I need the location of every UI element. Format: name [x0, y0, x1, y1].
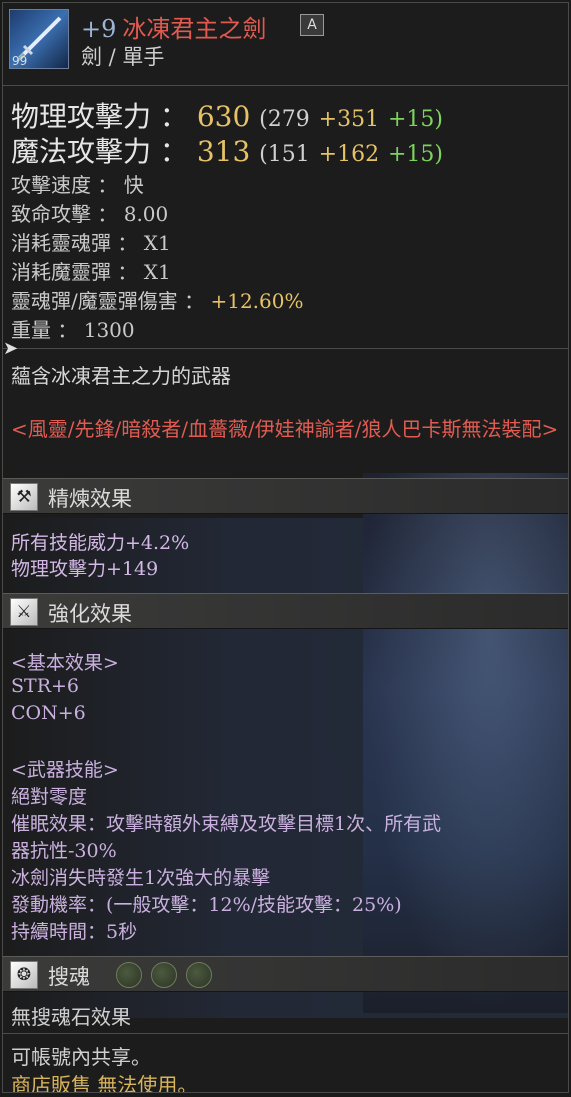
weapon-skill-line: 器抗性-30% [11, 840, 117, 862]
icon-level: 99 [12, 54, 28, 68]
divider [3, 348, 568, 349]
divider [3, 1033, 568, 1034]
weapon-skill-line: 催眠效果：攻擊時額外束縛及攻擊目標1次、所有武 [11, 813, 442, 835]
stat-refine: +162 [318, 142, 380, 167]
hammer-icon: ⚔ [10, 598, 38, 626]
section-title: 強化效果 [48, 602, 132, 626]
item-tooltip: 99 +9 冰凍君主之劍 A 劍 / 單手 物理攻擊力 ： 630 (279 +3… [2, 2, 569, 1093]
background-art [363, 473, 568, 1013]
flame-icon: ❂ [10, 961, 38, 989]
weapon-skill-line: 冰劍消失時發生1次強大的暴擊 [11, 867, 271, 889]
weapon-skill-header: <武器技能> [11, 759, 119, 781]
share-note: 可帳號內共享。 [11, 1045, 151, 1069]
stat-refine: +351 [318, 107, 380, 132]
stat-label: 物理攻擊力 ： [11, 100, 188, 133]
soul-slot[interactable] [151, 962, 177, 988]
physical-attack-stat: 物理攻擊力 ： 630 (279 +351 +15) [11, 95, 443, 135]
stat-base: (151 [259, 142, 310, 167]
stat-value: +12.60% [210, 289, 304, 313]
stat-value: 313 [196, 135, 251, 168]
basic-effect-line: STR+6 [11, 675, 80, 697]
magic-attack-stat: 魔法攻擊力 ： 313 (151 +162 +15) [11, 130, 443, 170]
basic-effect-line: CON+6 [11, 702, 86, 724]
soul-slot[interactable] [186, 962, 212, 988]
item-name: 冰凍君主之劍 [122, 15, 267, 43]
stat-base: (279 [259, 107, 310, 132]
item-type: 劍 / 單手 [81, 45, 165, 69]
sword-item-icon: 99 [9, 9, 69, 69]
soul-effect-text: 無搜魂石效果 [11, 1005, 131, 1029]
shot-damage-stat: 靈魂彈/魔靈彈傷害 ： +12.60% [11, 285, 304, 314]
enhance-level: +9 [81, 15, 117, 43]
weapon-skill-line: 絕對零度 [11, 786, 88, 808]
item-title: +9 冰凍君主之劍 [81, 9, 266, 44]
spiritshot-stat: 消耗魔靈彈 ： X1 [11, 260, 171, 284]
weapon-skill-line: 發動機率：(一般攻擊：12%/技能攻擊：25%) [11, 894, 402, 916]
refine-effect-line: 物理攻擊力+149 [11, 558, 159, 580]
stat-enhance: +15) [388, 142, 444, 167]
soul-section-header: ❂ 搜魂 [3, 956, 568, 992]
cursor-arrow-icon: ➤ [3, 338, 19, 359]
section-title: 精煉效果 [48, 487, 132, 511]
soul-slot[interactable] [116, 962, 142, 988]
grade-badge: A [300, 14, 324, 36]
basic-effect-header: <基本效果> [11, 652, 119, 674]
divider [3, 85, 568, 86]
stat-value: 630 [196, 100, 251, 133]
refine-section-header: ⚒ 精煉效果 [3, 478, 568, 514]
shop-note: 商店販售 無法使用。 [11, 1073, 198, 1093]
soulshot-stat: 消耗靈魂彈 ： X1 [11, 231, 171, 255]
section-title: 搜魂 [48, 965, 90, 989]
weight-stat: 重量 ： 1300 [11, 318, 135, 342]
enhance-section-header: ⚔ 強化效果 [3, 593, 568, 629]
stat-label: 魔法攻擊力 ： [11, 135, 188, 168]
stat-enhance: +15) [388, 107, 444, 132]
stat-label: 靈魂彈/魔靈彈傷害 ： [11, 289, 205, 313]
attack-speed-stat: 攻擊速度 ： 快 [11, 173, 144, 197]
weapon-skill-line: 持續時間：5秒 [11, 921, 138, 943]
crit-stat: 致命攻擊 ： 8.00 [11, 202, 169, 226]
class-restriction: <風靈/先鋒/暗殺者/血薔薇/伊娃神諭者/狼人巴卡斯無法裝配> [11, 417, 559, 441]
anvil-icon: ⚒ [10, 483, 38, 511]
refine-effect-line: 所有技能威力+4.2% [11, 532, 190, 554]
item-description: 蘊含冰凍君主之力的武器 [11, 364, 231, 388]
